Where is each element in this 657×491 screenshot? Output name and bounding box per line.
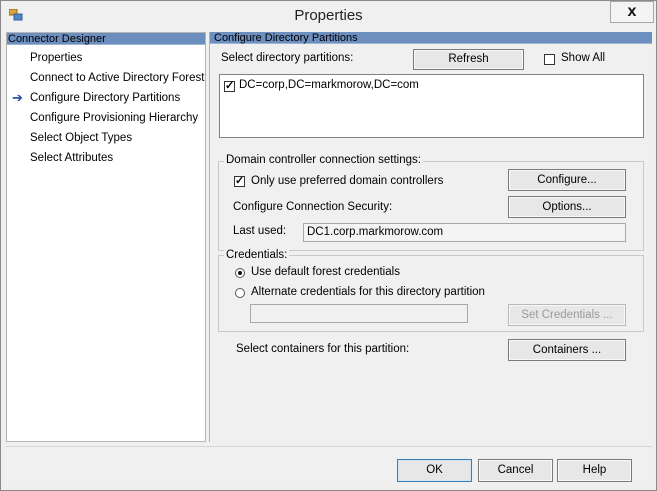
nav-item-attributes[interactable]: Select Attributes <box>7 148 205 168</box>
nav-item-label: Configure Provisioning Hierarchy <box>30 112 199 124</box>
nav-item-label: Configure Directory Partitions <box>30 92 181 104</box>
nav-item-configure-partitions[interactable]: ➔ Configure Directory Partitions <box>7 88 205 108</box>
dialog-client-area: Connector Designer Properties Connect to… <box>6 32 652 486</box>
partition-checkbox[interactable]: ✓ <box>224 81 235 92</box>
alternate-credentials-field[interactable] <box>250 304 468 323</box>
preferred-dc-checkbox[interactable]: ✓ <box>234 176 245 187</box>
set-credentials-button[interactable]: Set Credentials ... <box>508 304 626 326</box>
nav-item-label: Properties <box>30 52 83 64</box>
preferred-dc-label: Only use preferred domain controllers <box>251 175 444 187</box>
nav-item-label: Select Object Types <box>30 132 133 144</box>
nav-item-label: Select Attributes <box>30 152 114 164</box>
ok-button[interactable]: OK <box>397 459 472 482</box>
connector-designer-header: Connector Designer <box>7 33 205 45</box>
connection-security-label: Configure Connection Security: <box>233 201 393 213</box>
show-all-checkbox[interactable] <box>544 54 555 65</box>
help-button[interactable]: Help <box>557 459 632 482</box>
nav-item-object-types[interactable]: Select Object Types <box>7 128 205 148</box>
window-title: Properties <box>294 7 363 24</box>
default-credentials-radio[interactable] <box>235 268 245 278</box>
partition-label[interactable]: DC=corp,DC=markmorow,DC=com <box>239 79 419 91</box>
partitions-list[interactable]: ✓ DC=corp,DC=markmorow,DC=com <box>219 74 644 138</box>
select-partitions-label: Select directory partitions: <box>221 52 354 64</box>
nav-item-label: Connect to Active Directory Forest <box>30 72 205 84</box>
alternate-credentials-label: Alternate credentials for this directory… <box>251 286 485 298</box>
properties-window: Properties x Connector Designer Properti… <box>0 0 657 491</box>
last-used-field[interactable]: DC1.corp.markmorow.com <box>303 223 626 242</box>
footer-divider <box>6 446 652 447</box>
title-bar[interactable]: Properties x <box>1 1 656 32</box>
credentials-title: Credentials: <box>224 249 290 261</box>
configure-partitions-pane: Configure Directory Partitions Select di… <box>209 32 652 442</box>
nav-item-provisioning-hierarchy[interactable]: Configure Provisioning Hierarchy <box>7 108 205 128</box>
cancel-button[interactable]: Cancel <box>478 459 553 482</box>
options-button[interactable]: Options... <box>508 196 626 218</box>
alternate-credentials-radio[interactable] <box>235 288 245 298</box>
last-used-label: Last used: <box>233 225 287 237</box>
connector-designer-pane: Connector Designer Properties Connect to… <box>6 32 206 442</box>
nav-item-properties[interactable]: Properties <box>7 48 205 68</box>
nav-item-connect-forest[interactable]: Connect to Active Directory Forest <box>7 68 205 88</box>
select-containers-label: Select containers for this partition: <box>236 343 410 355</box>
current-page-arrow-icon: ➔ <box>12 90 23 105</box>
configure-partitions-header: Configure Directory Partitions <box>210 32 652 44</box>
nav-list: Properties Connect to Active Directory F… <box>7 48 205 168</box>
default-credentials-label: Use default forest credentials <box>251 266 400 278</box>
show-all-label: Show All <box>561 52 606 64</box>
dc-settings-title: Domain controller connection settings: <box>224 154 423 166</box>
close-button[interactable]: x <box>610 1 654 23</box>
refresh-button[interactable]: Refresh <box>413 49 524 70</box>
configure-button[interactable]: Configure... <box>508 169 626 191</box>
close-icon: x <box>627 3 637 20</box>
containers-button[interactable]: Containers ... <box>508 339 626 361</box>
